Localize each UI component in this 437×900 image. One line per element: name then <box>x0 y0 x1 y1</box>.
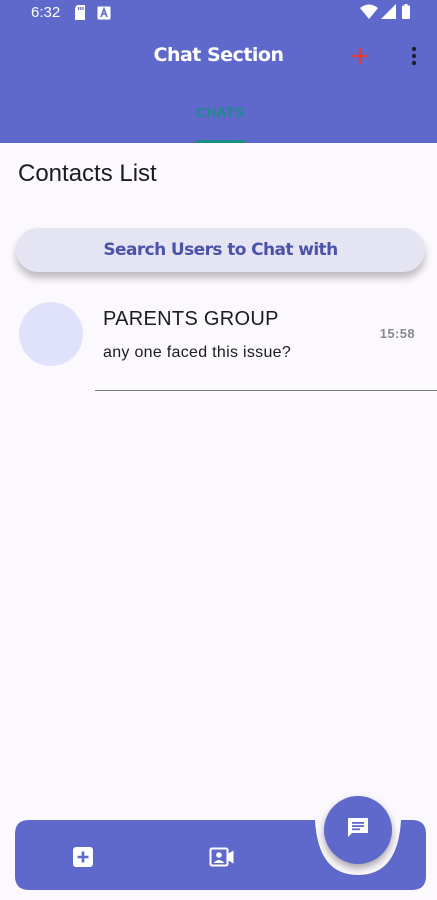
more-vert-icon[interactable] <box>404 44 424 68</box>
chat-last-message: any one faced this issue? <box>103 344 292 361</box>
keyboard-a-icon <box>97 5 111 24</box>
sd-card-icon <box>74 5 86 24</box>
app-header: 6:32 Chat Section CHATS <box>0 0 437 143</box>
new-chat-fab[interactable] <box>324 796 392 864</box>
battery-icon <box>402 4 410 23</box>
search-users-button[interactable]: Search Users to Chat with <box>16 228 425 272</box>
chat-message-icon <box>345 815 371 845</box>
section-title: Contacts List <box>18 160 157 187</box>
tab-chats[interactable]: CHATS <box>187 104 253 143</box>
tab-chats-label: CHATS <box>195 104 245 120</box>
chat-divider <box>95 390 437 391</box>
add-box-icon[interactable] <box>71 845 95 869</box>
wifi-icon <box>360 4 378 23</box>
avatar <box>19 302 83 366</box>
tab-indicator <box>195 140 246 143</box>
add-icon[interactable] <box>349 45 371 67</box>
chat-name: PARENTS GROUP <box>103 308 279 330</box>
video-contact-icon[interactable] <box>209 845 235 869</box>
status-time: 6:32 <box>31 4 61 21</box>
signal-icon <box>381 4 396 23</box>
status-bar: 6:32 <box>0 0 437 26</box>
chat-list-item[interactable]: PARENTS GROUP any one faced this issue? … <box>0 292 437 392</box>
app-title: Chat Section <box>153 44 285 66</box>
chat-time: 15:58 <box>379 326 415 341</box>
